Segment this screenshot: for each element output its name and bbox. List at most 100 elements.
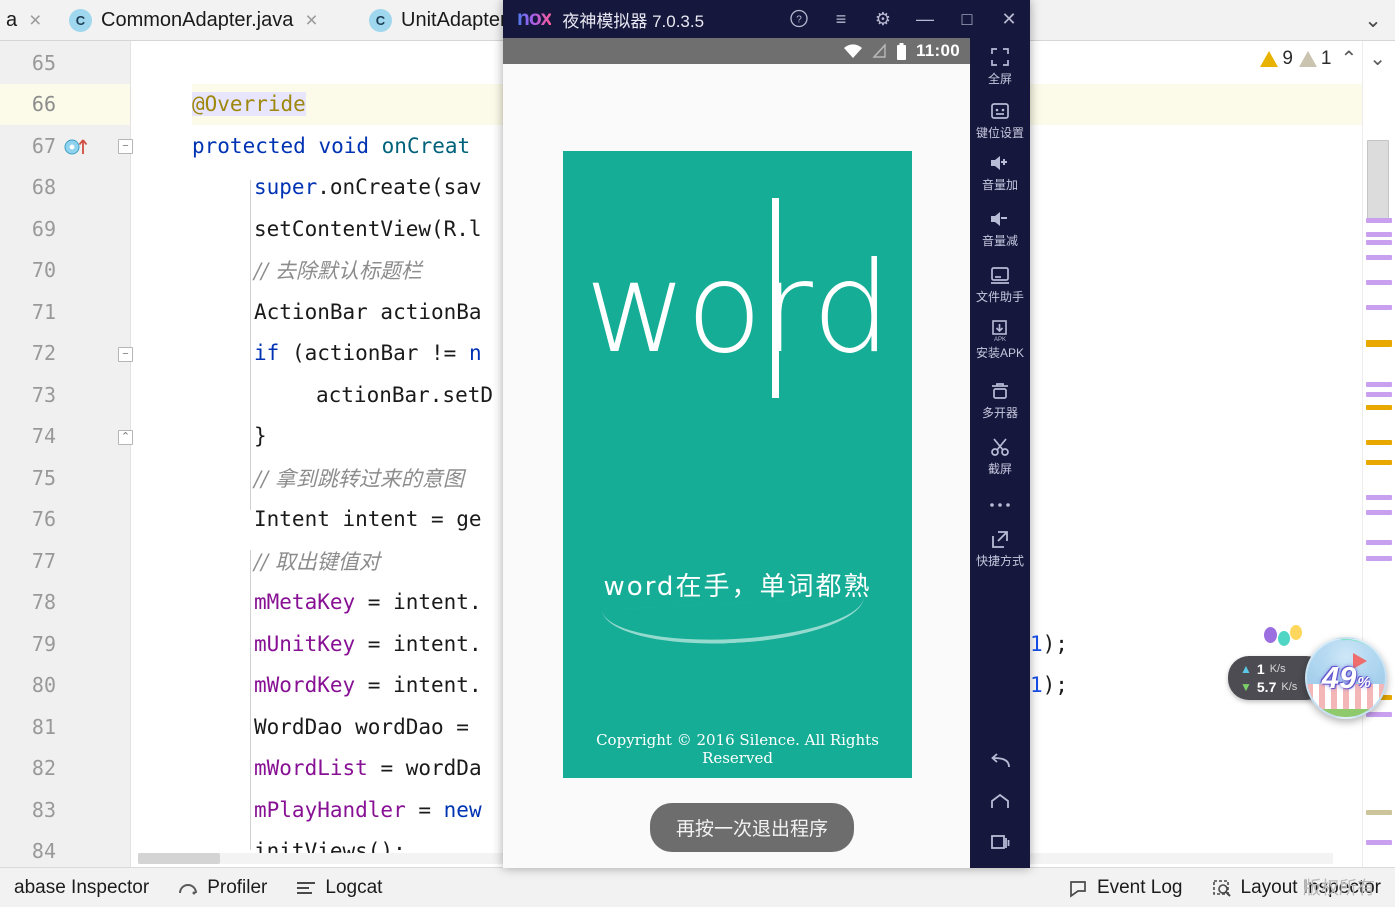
next-problem-icon[interactable]: ⌄ <box>1366 46 1389 71</box>
code-line[interactable]: // 取出键值对 <box>254 540 380 582</box>
status-bar-item[interactable]: Event Log <box>1053 877 1197 899</box>
recents-icon[interactable] <box>970 822 1030 862</box>
editor-tab-0[interactable]: a × <box>0 0 58 40</box>
gutter-line[interactable]: 68 <box>0 167 130 209</box>
home-icon[interactable] <box>970 782 1030 822</box>
nox-title-bar[interactable]: nox 夜神模拟器 7.0.3.5 ? ≡ ⚙ — □ ✕ <box>503 0 1030 38</box>
nox-tool-volume-up[interactable]: 音量加 <box>970 150 1030 191</box>
marker-stripe[interactable] <box>1366 240 1392 245</box>
fold-end-icon[interactable]: ⌃ <box>118 429 133 445</box>
gutter-line[interactable]: 79 <box>0 623 130 665</box>
tab-overflow-chevron-down-icon[interactable]: ⌄ <box>1351 0 1395 40</box>
gutter-line[interactable]: 83 <box>0 789 130 831</box>
gutter-line[interactable]: 76 <box>0 499 130 541</box>
status-bar-item[interactable]: Layout Inspector <box>1197 877 1395 899</box>
nox-tool-multi-instance[interactable]: 多开器 <box>970 378 1030 419</box>
marker-stripe[interactable] <box>1366 840 1392 845</box>
ide-status-bar[interactable]: abase Inspector Profiler Logcat Event Log La… <box>0 867 1395 907</box>
marker-stripe[interactable] <box>1366 232 1392 237</box>
code-line[interactable]: // 去除默认标题栏 <box>254 250 422 292</box>
editor-tab-1[interactable]: C CommonAdapter.java × <box>58 0 358 40</box>
gutter-line[interactable]: 78 <box>0 582 130 624</box>
gutter-line[interactable]: 70 <box>0 250 130 292</box>
gutter-line[interactable]: 65 <box>0 42 130 84</box>
gutter-line[interactable]: 69 <box>0 208 130 250</box>
marker-stripe[interactable] <box>1366 556 1392 561</box>
editor-marker-bar[interactable] <box>1362 40 1395 893</box>
marker-stripe[interactable] <box>1366 280 1392 285</box>
gutter-line[interactable]: 74 <box>0 416 130 458</box>
gutter-line[interactable]: 75 <box>0 457 130 499</box>
gutter-line[interactable]: 73 <box>0 374 130 416</box>
code-line-fragment[interactable]: 1); <box>1030 623 1068 665</box>
code-line[interactable]: setContentView(R.l <box>254 208 482 250</box>
nox-tool-shortcut[interactable]: 快捷方式 <box>970 526 1030 567</box>
vertical-scrollbar-thumb[interactable] <box>1367 140 1389 223</box>
fold-collapse-icon[interactable]: − <box>118 346 133 362</box>
prev-problem-icon[interactable]: ⌃ <box>1337 46 1360 71</box>
code-line[interactable]: super .onCreate(sav <box>254 167 482 209</box>
marker-stripe[interactable] <box>1366 810 1392 815</box>
nox-titlebar-buttons[interactable]: ? ≡ ⚙ — □ ✕ <box>778 0 1030 38</box>
gutter-line[interactable]: 77 <box>0 540 130 582</box>
hscroll-thumb[interactable] <box>138 853 220 864</box>
settings-gear-icon[interactable]: ⚙ <box>862 0 904 38</box>
code-line[interactable]: mWordList = wordDa <box>254 748 482 790</box>
gutter-line[interactable]: 82 <box>0 748 130 790</box>
nox-navigation-buttons[interactable] <box>970 742 1030 862</box>
weak-warning-count-group[interactable]: 1 <box>1298 48 1331 70</box>
gutter-line[interactable]: 71 <box>0 291 130 333</box>
code-line[interactable]: // 拿到跳转过来的意图 <box>254 457 464 499</box>
warning-count-group[interactable]: 9 <box>1260 48 1293 70</box>
nox-tool-fullscreen[interactable]: 全屏 <box>970 44 1030 85</box>
nox-tool-screenshot-scissors[interactable]: 截屏 <box>970 434 1030 475</box>
marker-stripe[interactable] <box>1366 305 1392 310</box>
status-bar-item[interactable]: Logcat <box>281 877 396 899</box>
gutter-line[interactable]: 84 <box>0 831 130 869</box>
editor-gutter[interactable]: 65 66 67 68 69 70 71 72 73 74 75 76 77 78 79 80 81 82 83 84 <box>0 40 131 868</box>
code-line-fragment[interactable]: 1); <box>1030 665 1068 707</box>
marker-stripe[interactable] <box>1366 392 1392 397</box>
cleaner-percent-ball[interactable]: 49 % <box>1305 637 1388 719</box>
gutter-line[interactable]: 80 <box>0 665 130 707</box>
gutter-line[interactable]: 67 <box>0 125 130 167</box>
gutter-line[interactable]: 66 <box>0 83 130 125</box>
status-bar-item[interactable]: abase Inspector <box>0 877 163 899</box>
menu-icon[interactable]: ≡ <box>820 0 862 38</box>
nox-emulator-window[interactable]: nox 夜神模拟器 7.0.3.5 ? ≡ ⚙ — □ ✕ 11:00 word word… <box>503 0 1030 868</box>
back-icon[interactable] <box>970 742 1030 782</box>
code-line[interactable]: actionBar.setD <box>316 374 493 416</box>
status-bar-item[interactable]: Profiler <box>163 877 281 899</box>
code-line[interactable]: mUnitKey = intent. <box>254 623 482 665</box>
marker-stripe[interactable] <box>1366 510 1392 515</box>
code-line[interactable]: mPlayHandler = new <box>254 789 482 831</box>
marker-stripe[interactable] <box>1366 218 1392 223</box>
marker-stripe[interactable] <box>1366 405 1392 410</box>
tab-close-icon[interactable]: × <box>305 10 317 31</box>
nox-tool-sidebar[interactable]: 全屏 键位设置 音量加 音量减 文件助手 APK 安装APK 多开器 截屏 快捷方式 <box>970 38 1030 868</box>
minimize-icon[interactable]: — <box>904 0 946 38</box>
code-line[interactable]: Intent intent = ge <box>254 499 482 541</box>
marker-stripe[interactable] <box>1366 342 1392 347</box>
close-icon[interactable]: ✕ <box>988 0 1030 38</box>
code-line[interactable]: mWordKey = intent. <box>254 665 482 707</box>
gutter-line[interactable]: 72 <box>0 333 130 375</box>
nox-tool-keymapping[interactable]: 键位设置 <box>970 98 1030 139</box>
fold-collapse-icon[interactable]: − <box>118 139 133 154</box>
marker-stripe[interactable] <box>1366 460 1392 465</box>
help-icon[interactable]: ? <box>778 0 820 38</box>
marker-stripe[interactable] <box>1366 440 1392 445</box>
nox-tool-more-dots[interactable] <box>970 492 1030 518</box>
override-method-gutter-icon[interactable] <box>64 136 90 156</box>
gutter-line[interactable]: 81 <box>0 706 130 748</box>
marker-stripe[interactable] <box>1366 255 1392 260</box>
nox-tool-file-assistant[interactable]: 文件助手 <box>970 262 1030 303</box>
nox-device-screen[interactable]: 11:00 word word在手，单词都熟 Copyright © 2016 … <box>503 38 970 868</box>
code-line[interactable]: WordDao wordDao = <box>254 706 482 748</box>
tab-close-icon[interactable]: × <box>29 10 41 31</box>
code-line[interactable]: ActionBar actionBa <box>254 291 482 333</box>
network-speed-float-widget[interactable]: ▲ 1 K/s ▼ 5.7 K/s 49 % <box>1228 625 1388 719</box>
marker-stripe[interactable] <box>1366 540 1392 545</box>
marker-stripe[interactable] <box>1366 382 1392 387</box>
maximize-icon[interactable]: □ <box>946 0 988 38</box>
